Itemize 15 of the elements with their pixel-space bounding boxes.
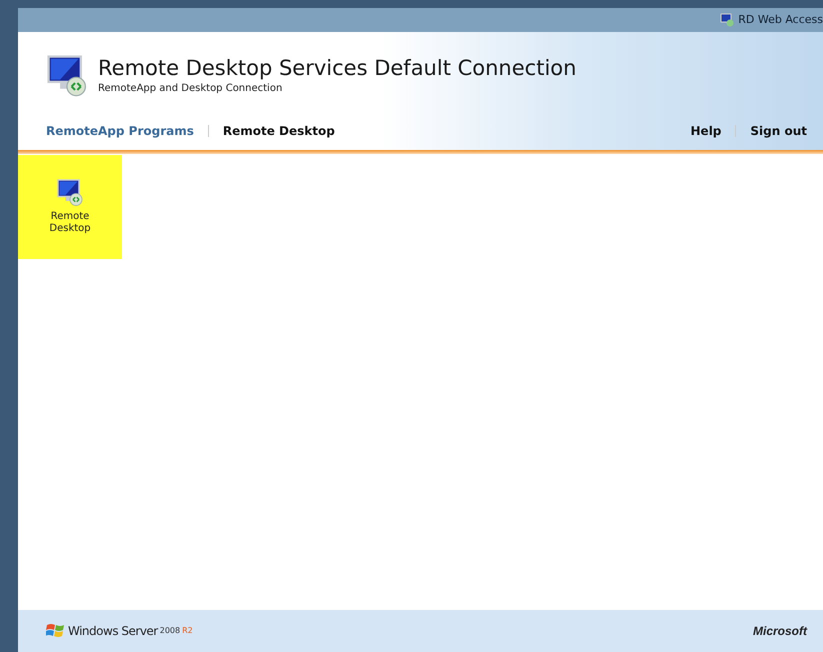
nav-link[interactable]: Help [690, 122, 722, 140]
vendor-logo: Microsoft [753, 623, 807, 640]
nav-tab[interactable]: RemoteApp Programs [46, 122, 194, 140]
header-title: Remote Desktop Services Default Connection [98, 54, 576, 80]
product-name: Windows Server [68, 623, 158, 640]
program-tile[interactable]: Remote Desktop [18, 155, 122, 259]
monitor-icon [720, 13, 734, 27]
nav-tab[interactable]: Remote Desktop [222, 122, 335, 140]
product-version: 2008 [160, 625, 180, 637]
top-bar-label: RD Web Access [738, 12, 823, 28]
monitor-icon [55, 177, 85, 207]
header-subtitle: RemoteApp and Desktop Connection [98, 82, 284, 96]
product-edition: R2 [182, 625, 193, 637]
nav-link[interactable]: Sign out [750, 122, 807, 140]
windows-logo-icon [46, 622, 66, 640]
